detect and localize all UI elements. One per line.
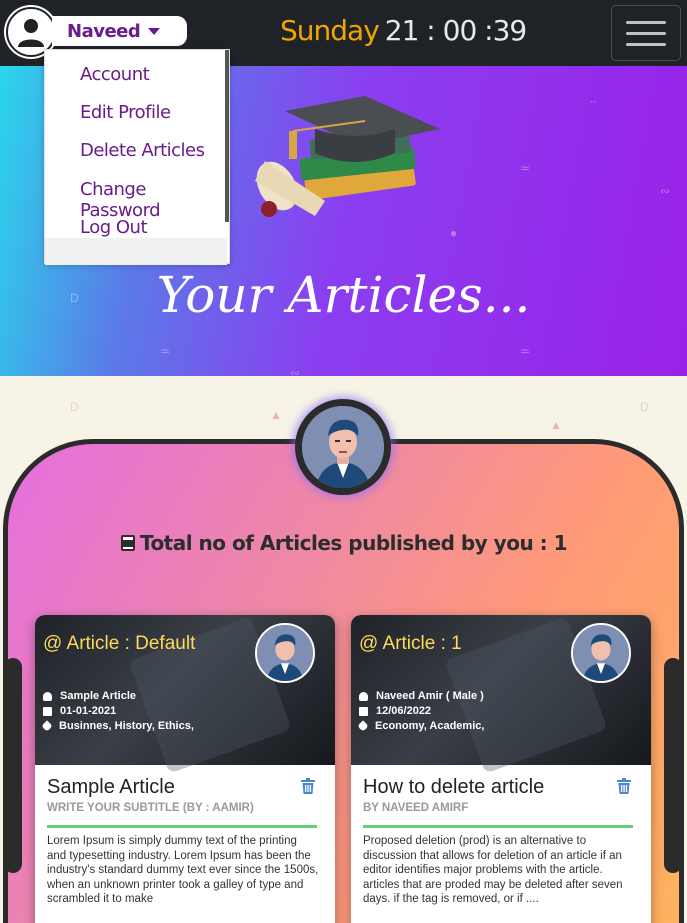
tag-icon [41, 720, 53, 732]
hero-title: Your Articles... [156, 266, 531, 324]
article-date: 01-01-2021 [43, 705, 116, 717]
person-avatar-icon [573, 625, 629, 681]
article-title: Sample Article [47, 776, 175, 798]
article-author: Sample Article [43, 690, 136, 702]
article-tags: Economy, Academic, [357, 720, 485, 732]
caret-down-icon [148, 27, 161, 35]
article-tags-text: Businnes, History, Ethics, [59, 720, 194, 732]
clock-time: 21 : 00 :39 [384, 14, 527, 47]
user-icon [359, 691, 368, 701]
calendar-icon [359, 706, 368, 716]
total-articles-text: Total no of Articles published by you : … [139, 531, 568, 555]
article-subtitle: WRITE YOUR SUBTITLE (BY : AAMIR) [47, 802, 254, 814]
article-date-text: 12/06/2022 [376, 705, 432, 717]
confetti-decoration: ≃ [160, 344, 171, 358]
left-slider-handle[interactable] [4, 658, 22, 873]
article-card[interactable]: @ Article : 1 Naveed Amir ( Male ) 12/06… [351, 615, 651, 923]
trash-icon[interactable] [301, 778, 315, 794]
article-date-text: 01-01-2021 [60, 705, 117, 717]
hamburger-menu-icon[interactable] [611, 5, 681, 61]
menu-item-edit-profile[interactable]: Edit Profile [80, 102, 171, 123]
person-avatar-icon [302, 406, 384, 488]
person-avatar-icon [257, 625, 313, 681]
clock-day: Sunday [280, 14, 380, 47]
article-tags: Businnes, History, Ethics, [41, 720, 194, 732]
menu-item-change-password[interactable]: Change Password [80, 179, 229, 221]
confetti-decoration: ∾ [290, 366, 301, 376]
article-label: @ Article : 1 [359, 633, 462, 654]
article-label: @ Article : Default [43, 633, 196, 654]
article-date: 12/06/2022 [359, 705, 431, 717]
user-dropdown-menu: Account Edit Profile Delete Articles Cha… [44, 49, 230, 265]
user-silhouette-icon [18, 19, 44, 47]
article-author-text: Sample Article [60, 690, 137, 702]
divider [47, 825, 317, 828]
trash-icon[interactable] [617, 778, 631, 794]
author-avatar [571, 623, 631, 683]
article-title: How to delete article [363, 776, 545, 798]
article-card-header: @ Article : Default Sample Article 01-01… [35, 615, 335, 774]
profile-avatar [295, 399, 391, 495]
confetti-decoration: D [640, 400, 649, 414]
article-author-text: Naveed Amir ( Male ) [376, 690, 484, 702]
clock-display: Sunday 21 : 00 :39 [280, 14, 527, 47]
user-name: Naveed [67, 20, 141, 42]
article-card[interactable]: @ Article : Default Sample Article 01-01… [35, 615, 335, 923]
article-card-header: @ Article : 1 Naveed Amir ( Male ) 12/06… [351, 615, 651, 774]
user-dropdown-toggle[interactable]: Naveed [52, 16, 187, 46]
article-excerpt: Proposed deletion (prod) is an alternati… [363, 835, 623, 905]
graduation-cap-icon [255, 96, 440, 217]
author-avatar [255, 623, 315, 683]
confetti-decoration: ≃ [520, 161, 531, 175]
right-slider-handle[interactable] [664, 658, 682, 873]
dropdown-hover-band [45, 238, 227, 265]
confetti-decoration: ▲ [550, 418, 562, 432]
menu-item-account[interactable]: Account [80, 64, 150, 85]
confetti-decoration: ≃ [520, 344, 531, 358]
confetti-decoration: D [70, 400, 79, 414]
article-author: Naveed Amir ( Male ) [359, 690, 484, 702]
article-subtitle: BY NAVEED AMIRF [363, 802, 469, 814]
book-icon [120, 535, 135, 551]
article-excerpt: Lorem Ipsum is simply dummy text of the … [47, 835, 319, 905]
total-articles-heading: Total no of Articles published by you : … [0, 531, 687, 555]
confetti-decoration: ∙∙ [590, 94, 597, 108]
confetti-decoration: ∾ [660, 184, 671, 198]
calendar-icon [43, 706, 52, 716]
menu-item-delete-articles[interactable]: Delete Articles [80, 140, 205, 161]
tag-icon [357, 720, 369, 732]
confetti-decoration: ● [450, 226, 458, 240]
divider [363, 825, 633, 828]
menu-item-log-out[interactable]: Log Out [80, 217, 148, 238]
article-tags-text: Economy, Academic, [375, 720, 485, 732]
confetti-decoration: ▲ [270, 408, 282, 422]
user-icon [43, 691, 52, 701]
